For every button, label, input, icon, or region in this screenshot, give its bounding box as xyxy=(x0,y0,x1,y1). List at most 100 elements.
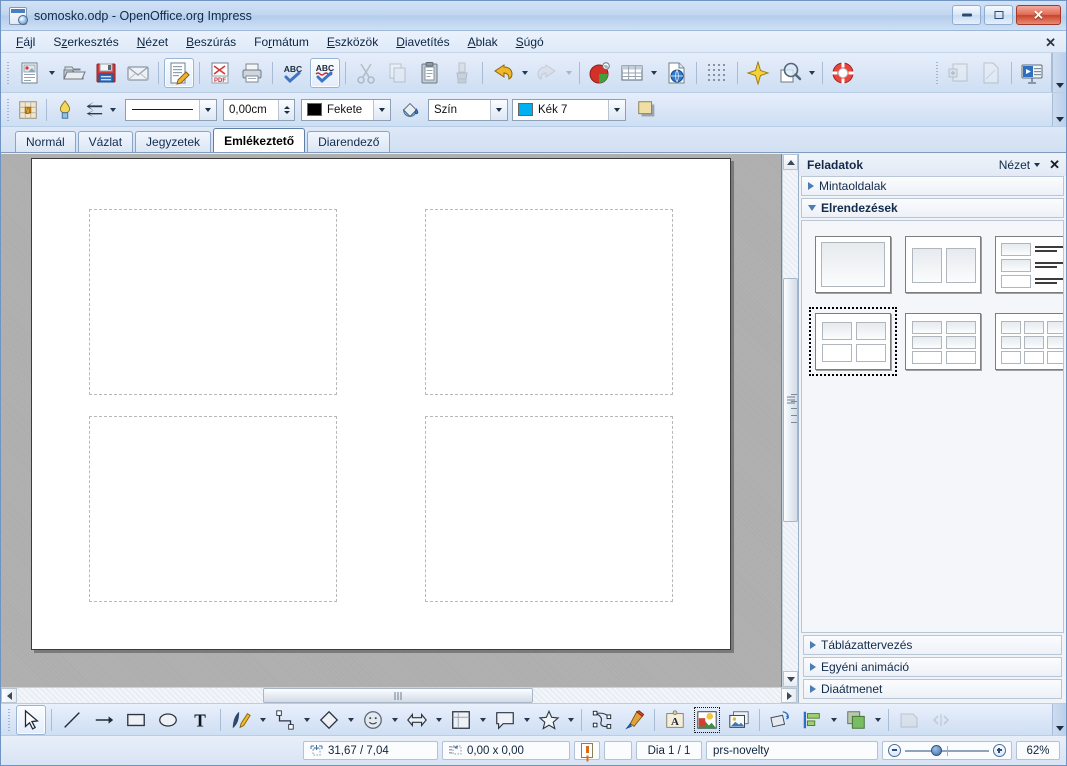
ellipse-icon[interactable] xyxy=(153,705,183,735)
handout-frame-1[interactable] xyxy=(89,209,337,395)
drawing-toolbar-overflow[interactable] xyxy=(1052,704,1066,735)
line-fill-toolbar-overflow[interactable] xyxy=(1052,93,1066,126)
fill-color-dropdown-icon[interactable] xyxy=(608,99,625,120)
rotate-icon[interactable] xyxy=(765,705,795,735)
start-slideshow-icon[interactable] xyxy=(1017,58,1047,88)
undo-icon[interactable] xyxy=(488,58,518,88)
basic-shapes-icon[interactable] xyxy=(314,705,344,735)
hyperlink-icon[interactable] xyxy=(661,58,691,88)
zoom-icon[interactable] xyxy=(775,58,805,88)
select-icon[interactable] xyxy=(16,704,46,735)
new-document-icon[interactable] xyxy=(15,58,45,88)
flowchart-icon[interactable] xyxy=(446,705,476,735)
zoom-knob[interactable] xyxy=(931,744,942,756)
copy-icon[interactable] xyxy=(383,58,413,88)
layout-blank-single[interactable] xyxy=(810,231,896,298)
menu-ablak[interactable]: Ablak xyxy=(459,32,507,52)
fill-bucket-icon[interactable] xyxy=(397,97,423,123)
curve-icon[interactable] xyxy=(226,705,256,735)
chevron-down-icon[interactable] xyxy=(1034,163,1041,167)
points-icon[interactable] xyxy=(587,705,617,735)
maximize-button[interactable] xyxy=(984,5,1013,25)
edit-points-icon[interactable] xyxy=(15,97,41,123)
insert-image-icon[interactable] xyxy=(692,705,722,735)
table-dropdown-icon[interactable] xyxy=(648,59,660,87)
line-color-combo[interactable]: Fekete xyxy=(301,98,391,121)
stars-icon[interactable] xyxy=(534,705,564,735)
gallery-icon[interactable] xyxy=(724,705,754,735)
scroll-right-button[interactable] xyxy=(781,688,797,703)
autospellcheck-icon[interactable]: ABC xyxy=(310,57,340,88)
layout-nine-content[interactable] xyxy=(990,308,1063,375)
section-slide-transition[interactable]: Diaátmenet xyxy=(803,679,1062,699)
scroll-left-button[interactable] xyxy=(1,688,17,703)
handout-frame-2[interactable] xyxy=(425,209,673,395)
layout-six-content[interactable] xyxy=(900,308,986,375)
tab-handout[interactable]: Emlékeztető xyxy=(213,128,306,152)
grid-icon[interactable] xyxy=(702,58,732,88)
horizontal-scrollbar[interactable] xyxy=(1,687,798,703)
minimize-button[interactable] xyxy=(952,5,981,25)
scroll-up-button[interactable] xyxy=(783,154,798,170)
menu-fajl[interactable]: Fájl xyxy=(7,32,44,52)
task-pane-close-icon[interactable]: ✕ xyxy=(1049,157,1060,173)
digital-signature-field[interactable] xyxy=(604,741,632,760)
rectangle-icon[interactable] xyxy=(121,705,151,735)
zoom-slider[interactable] xyxy=(882,741,1012,760)
tab-outline[interactable]: Vázlat xyxy=(77,131,134,152)
fill-color-combo[interactable]: Kék 7 xyxy=(512,98,626,121)
standard-toolbar-overflow[interactable] xyxy=(1052,53,1066,92)
email-document-icon[interactable] xyxy=(123,58,153,88)
toolbar-grip[interactable] xyxy=(5,96,12,123)
close-button[interactable]: ✕ xyxy=(1016,5,1061,25)
line-width-spinner[interactable]: 0,00cm xyxy=(223,98,295,121)
tab-normal[interactable]: Normál xyxy=(15,131,76,152)
export-pdf-icon[interactable]: PDF xyxy=(205,58,235,88)
connector-dropdown-icon[interactable] xyxy=(301,706,313,734)
line-arrow-icon[interactable] xyxy=(89,705,119,735)
fontwork-icon[interactable]: A xyxy=(660,705,690,735)
slide-layout-icon[interactable] xyxy=(976,58,1006,88)
save-document-icon[interactable] xyxy=(91,58,121,88)
edit-file-icon[interactable] xyxy=(164,57,194,88)
arrow-style-dropdown-icon[interactable] xyxy=(107,96,119,124)
line-width-stepper[interactable] xyxy=(278,99,294,120)
master-page-field[interactable]: prs-novelty xyxy=(706,741,878,760)
section-table-design[interactable]: Táblázattervezés xyxy=(803,635,1062,655)
clone-formatting-icon[interactable] xyxy=(447,58,477,88)
glue-points-icon[interactable] xyxy=(619,705,649,735)
cursor-position-field[interactable]: 31,67 / 7,04 xyxy=(303,741,438,760)
layout-three-rows-text[interactable] xyxy=(990,231,1063,298)
object-size-field[interactable]: 0,00 x 0,00 xyxy=(442,741,570,760)
redo-icon[interactable] xyxy=(532,58,562,88)
line-color-dropdown-icon[interactable] xyxy=(373,99,390,120)
curve-dropdown-icon[interactable] xyxy=(257,706,269,734)
menu-eszkozok[interactable]: Eszközök xyxy=(318,32,387,52)
callouts-icon[interactable] xyxy=(490,705,520,735)
handout-canvas[interactable] xyxy=(1,154,782,687)
document-modified-field[interactable] xyxy=(574,741,600,760)
undo-dropdown-icon[interactable] xyxy=(519,59,531,87)
close-document-icon[interactable]: ✕ xyxy=(1045,35,1056,51)
layout-four-content[interactable] xyxy=(809,307,897,376)
symbol-shapes-icon[interactable] xyxy=(358,705,388,735)
arrange-icon[interactable] xyxy=(841,705,871,735)
menu-diavetites[interactable]: Diavetítés xyxy=(387,32,458,52)
table-icon[interactable] xyxy=(617,58,647,88)
zoom-track[interactable] xyxy=(905,744,989,756)
chart-icon[interactable]: % xyxy=(585,58,615,88)
tab-slide-sorter[interactable]: Diarendező xyxy=(307,131,391,152)
toolbar-grip[interactable] xyxy=(5,59,12,86)
tab-notes[interactable]: Jegyzetek xyxy=(135,131,212,152)
align-icon[interactable] xyxy=(797,705,827,735)
spellcheck-icon[interactable]: ABC xyxy=(278,58,308,88)
zoom-out-icon[interactable] xyxy=(888,744,901,757)
menu-formatum[interactable]: Formátum xyxy=(245,32,318,52)
stars-dropdown-icon[interactable] xyxy=(565,706,577,734)
flowchart-dropdown-icon[interactable] xyxy=(477,706,489,734)
cut-icon[interactable] xyxy=(351,58,381,88)
connector-icon[interactable] xyxy=(270,705,300,735)
line-style-combo[interactable] xyxy=(125,98,217,121)
block-arrows-icon[interactable] xyxy=(402,705,432,735)
zoom-in-icon[interactable] xyxy=(993,744,1006,757)
